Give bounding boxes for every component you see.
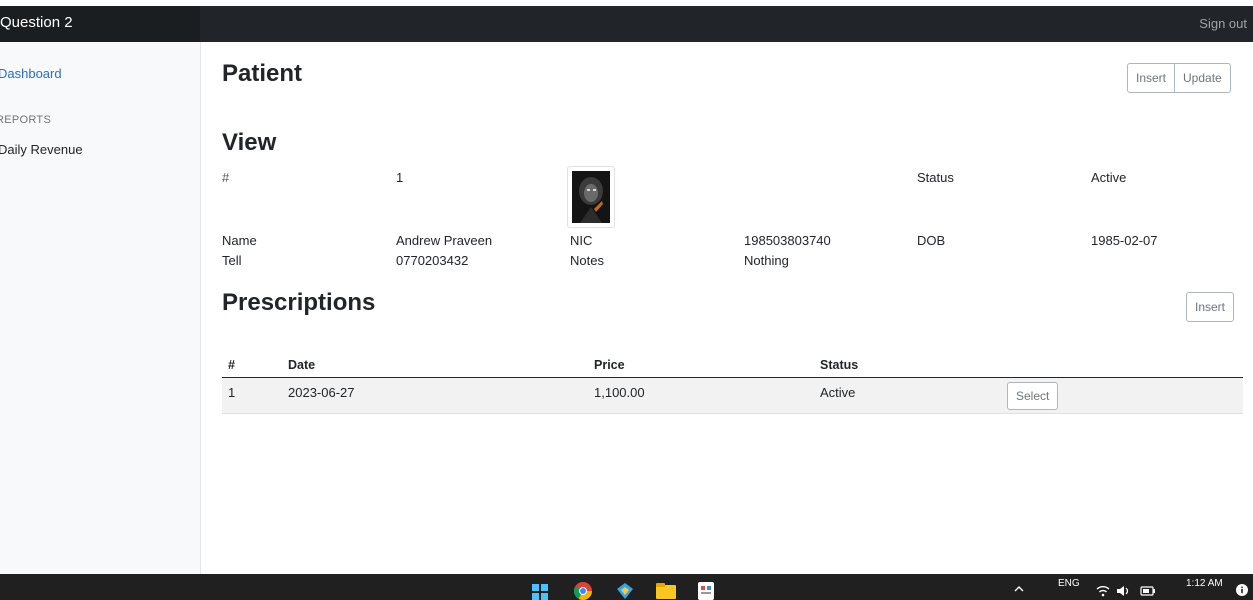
windows-start-icon[interactable] (532, 584, 548, 600)
insert-prescription-button[interactable]: Insert (1186, 292, 1235, 322)
id-label: # (222, 170, 230, 185)
os-taskbar: ENG 1:12 AM (0, 574, 1253, 600)
notes-value: Nothing (744, 253, 789, 268)
patient-actions: Insert Update (1127, 63, 1231, 93)
table-row: 1 2023-06-27 1,100.00 Active Select (222, 378, 1243, 414)
chevron-up-icon[interactable] (1014, 586, 1024, 592)
table-header: # Date Price Status (222, 352, 1243, 378)
volume-icon[interactable] (1116, 585, 1130, 597)
brand-area: Question 2 (0, 6, 200, 42)
sidebar-item-dashboard[interactable]: Dashboard (0, 66, 62, 81)
sidebar-heading-reports: REPORTS (0, 114, 52, 126)
notification-icon[interactable] (1236, 584, 1248, 596)
dob-label: DOB (917, 233, 946, 248)
app-icon[interactable] (616, 582, 634, 600)
top-navbar: Question 2 Sign out (0, 6, 1253, 42)
brand-title[interactable]: Question 2 (0, 14, 73, 31)
column-header-id: # (228, 358, 235, 372)
app-window: Question 2 Sign out Dashboard REPORTS Da… (0, 0, 1253, 600)
row-status: Active (820, 385, 856, 400)
status-label: Status (917, 170, 954, 185)
battery-icon[interactable] (1140, 585, 1156, 597)
nic-value: 198503803740 (744, 233, 831, 248)
notepad-icon[interactable] (698, 582, 714, 600)
tell-label: Tell (222, 253, 242, 268)
prescriptions-heading: Prescriptions (222, 289, 376, 316)
dob-value: 1985-02-07 (1091, 233, 1158, 248)
insert-patient-button[interactable]: Insert (1127, 63, 1176, 93)
column-header-price: Price (594, 358, 625, 372)
update-patient-button[interactable]: Update (1175, 63, 1231, 93)
language-indicator[interactable]: ENG (1058, 578, 1080, 589)
patient-photo (567, 166, 615, 228)
status-value: Active (1091, 170, 1127, 185)
clock-time[interactable]: 1:12 AM (1186, 578, 1223, 589)
column-header-date: Date (288, 358, 316, 372)
row-id: 1 (228, 385, 236, 400)
nic-label: NIC (570, 233, 593, 248)
name-value: Andrew Praveen (396, 233, 493, 248)
file-explorer-icon[interactable] (656, 583, 676, 599)
page-title: Patient (222, 60, 303, 87)
chrome-icon[interactable] (574, 582, 592, 600)
id-value: 1 (396, 170, 404, 185)
prescriptions-table: # Date Price Status 1 2023-06-27 1,100.0… (222, 352, 1243, 414)
sign-out-link[interactable]: Sign out (1199, 16, 1247, 31)
view-heading: View (222, 129, 277, 156)
select-button[interactable]: Select (1007, 382, 1059, 410)
name-label: Name (222, 233, 257, 248)
patient-photo-image (572, 171, 610, 223)
row-price: 1,100.00 (594, 385, 645, 400)
sidebar-item-daily-revenue[interactable]: Daily Revenue (0, 142, 83, 157)
sidebar: Dashboard REPORTS Daily Revenue (0, 42, 201, 574)
tell-value: 0770203432 (396, 253, 469, 268)
wifi-icon[interactable] (1096, 585, 1110, 597)
notes-label: Notes (570, 253, 604, 268)
column-header-status: Status (820, 358, 859, 372)
row-date: 2023-06-27 (288, 385, 355, 400)
